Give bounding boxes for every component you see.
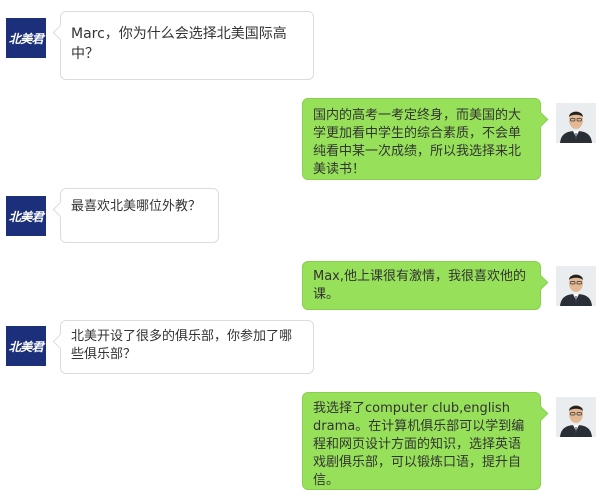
student-avatar[interactable]	[556, 103, 596, 143]
sent-message-bubble: 我选择了computer club,english drama。在计算机俱乐部可…	[302, 392, 541, 490]
student-avatar[interactable]	[556, 266, 596, 306]
message-text: Max,他上课很有激情，我很喜欢他的课。	[313, 269, 527, 302]
brand-logo-text: 北美君	[8, 339, 44, 354]
message-text: 我选择了computer club,english drama。在计算机俱乐部可…	[313, 401, 525, 488]
student-photo-icon	[556, 397, 596, 437]
message-text: 最喜欢北美哪位外教？	[71, 199, 202, 214]
sent-message-bubble: 国内的高考一考定终身，而美国的大学更加看中学生的综合素质，不会单纯看中某一次成绩…	[302, 98, 541, 180]
sent-message-bubble: Max,他上课很有激情，我很喜欢他的课。	[302, 261, 541, 310]
brand-avatar[interactable]: 北美君	[6, 326, 46, 366]
brand-logo-text: 北美君	[8, 209, 44, 224]
student-avatar[interactable]	[556, 397, 596, 437]
message-text: 国内的高考一考定终身，而美国的大学更加看中学生的综合素质，不会单纯看中某一次成绩…	[313, 108, 522, 177]
student-photo-icon	[556, 266, 596, 306]
message-text: 北美开设了很多的俱乐部，你参加了哪些俱乐部？	[71, 329, 293, 362]
student-photo-icon	[556, 103, 596, 143]
brand-logo-text: 北美君	[8, 31, 44, 46]
received-message-bubble: 最喜欢北美哪位外教？	[60, 188, 219, 243]
brand-avatar[interactable]: 北美君	[6, 196, 46, 236]
brand-avatar[interactable]: 北美君	[6, 18, 46, 58]
received-message-bubble: 北美开设了很多的俱乐部，你参加了哪些俱乐部？	[60, 320, 314, 374]
message-text: Marc，你为什么会选择北美国际高中？	[71, 26, 287, 62]
received-message-bubble: Marc，你为什么会选择北美国际高中？	[60, 11, 314, 80]
chat-conversation: 北美君 Marc，你为什么会选择北美国际高中？ 国内的高考一考定终身，而美国的大…	[0, 0, 600, 500]
